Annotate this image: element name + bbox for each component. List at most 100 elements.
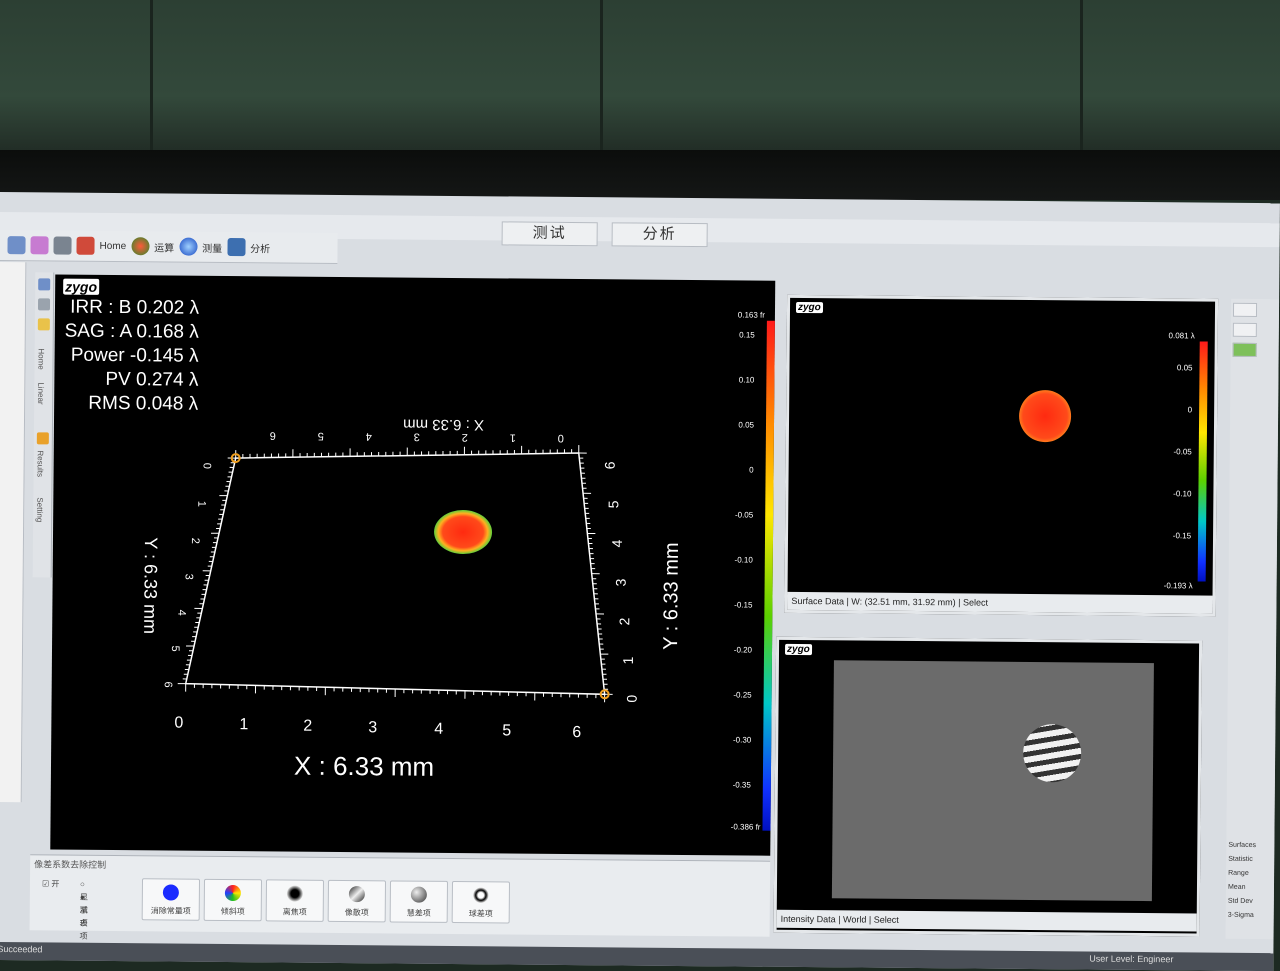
intensity-status-world[interactable]: World bbox=[843, 914, 866, 924]
x-tick-label: 3 bbox=[368, 719, 377, 736]
view-icon[interactable] bbox=[38, 278, 50, 290]
piston-icon bbox=[163, 884, 179, 900]
toolbar: Home 运算 测量 分析 bbox=[0, 230, 338, 264]
colorbar-tick-label: 0 bbox=[706, 465, 754, 474]
colorbar-tick-label: -0.30 bbox=[703, 735, 751, 744]
rail-item[interactable]: Range bbox=[1228, 867, 1272, 881]
radio-group: ☑ 开 ○ 显示项 ● 减去项 bbox=[42, 877, 60, 890]
y-tick-label: 3 bbox=[613, 578, 629, 586]
enable-checkbox[interactable]: ☑ 开 bbox=[42, 877, 60, 890]
intensity-status-label: Intensity Data bbox=[781, 914, 836, 924]
colorbar-tick-label: -0.05 bbox=[705, 510, 753, 519]
application-window: 测试 分析 Home 运算 测量 分析 Home Linear Results … bbox=[0, 192, 1280, 971]
x-tick-label: 1 bbox=[239, 716, 248, 733]
colorbar-max-label: 0.163 fr bbox=[705, 310, 765, 320]
colorbar-tick-label: -0.25 bbox=[704, 690, 752, 699]
plot-plane bbox=[186, 450, 607, 695]
strip-label-results[interactable]: Results bbox=[36, 450, 45, 477]
colorbar-tick-label: -0.35 bbox=[703, 780, 751, 789]
y-tick-label: 6 bbox=[602, 461, 618, 469]
rail-item[interactable]: Surfaces bbox=[1228, 839, 1272, 853]
rail-item[interactable]: Std Dev bbox=[1228, 895, 1272, 909]
x-tick-label-top: 4 bbox=[366, 430, 372, 442]
colorbar-min-label: -0.386 fr bbox=[700, 822, 760, 832]
x-tick-label: 2 bbox=[303, 718, 312, 735]
x-tick-label-top: 2 bbox=[462, 431, 468, 443]
analyze-icon[interactable] bbox=[227, 238, 245, 256]
rail-button[interactable] bbox=[1233, 303, 1257, 317]
x-tick-label-top: 0 bbox=[558, 432, 564, 444]
remove-defocus-button[interactable]: 离焦项 bbox=[266, 879, 324, 922]
remove-coma-button[interactable]: 慧差项 bbox=[390, 880, 448, 923]
tab-analysis[interactable]: 分析 bbox=[612, 222, 708, 247]
zygo-logo: zygo bbox=[785, 644, 812, 655]
monitor-bezel bbox=[0, 150, 1280, 200]
run-icon[interactable] bbox=[131, 237, 149, 255]
colorbar-tick-label: 0.05 bbox=[1144, 363, 1192, 372]
colorbar-tick-label: -0.20 bbox=[704, 645, 752, 654]
surface-data-panel: zygo 0.081 λ 0.050-0.05-0.10-0.15 -0.193… bbox=[784, 295, 1218, 617]
run-button-label[interactable]: 运算 bbox=[154, 239, 174, 254]
left-sidebar bbox=[0, 262, 26, 802]
y-tick-label: 3 bbox=[183, 574, 195, 580]
aberration-control-panel: 像差系数去除控制 ☑ 开 ○ 显示项 ● 减去项 消除常量项 倾斜项 离焦项 像… bbox=[30, 854, 771, 936]
x-tick-label-top: 1 bbox=[510, 431, 516, 443]
astigmatism-icon bbox=[349, 886, 365, 902]
surface-3d-plot[interactable]: 0 1 2 3 4 5 6 X : 6.33 mm X : 6.33 mm 0 … bbox=[50, 274, 775, 855]
surface-status-bar: Surface Data | W: (32.51 mm, 31.92 mm) |… bbox=[787, 592, 1212, 614]
y-axis-label-left: Y : 6.33 mm bbox=[140, 537, 161, 634]
x-tick-label: 6 bbox=[572, 724, 581, 741]
open-icon[interactable] bbox=[7, 236, 25, 254]
remove-piston-button[interactable]: 消除常量项 bbox=[142, 878, 200, 921]
rail-item[interactable]: Statistic bbox=[1228, 853, 1272, 867]
surface-3d-panel: zygo IRR : B 0.202 λ SAG : A 0.168 λ Pow… bbox=[50, 274, 775, 855]
home-icon[interactable] bbox=[76, 237, 94, 255]
rail-button[interactable] bbox=[1233, 323, 1257, 337]
coma-icon bbox=[411, 887, 427, 903]
x-axis-label-top: X : 6.33 mm bbox=[403, 416, 484, 434]
y-ticks-right: 0 1 2 3 4 5 6 bbox=[600, 461, 642, 702]
y-tick-label: 5 bbox=[605, 500, 621, 508]
analyze-button-label[interactable]: 分析 bbox=[250, 240, 270, 255]
check-icon[interactable] bbox=[1233, 343, 1257, 357]
surface-select-button[interactable]: Select bbox=[963, 597, 988, 607]
home-button-label[interactable]: Home bbox=[99, 240, 126, 251]
radio-subtract[interactable]: ● 减去项 bbox=[79, 891, 87, 943]
strip-label-linear[interactable]: Linear bbox=[36, 382, 45, 404]
colorbar-tick-label: -0.15 bbox=[704, 600, 752, 609]
measure-icon[interactable] bbox=[179, 238, 197, 256]
y-tick-label: 6 bbox=[162, 681, 174, 687]
y-axis-label-right: Y : 6.33 mm bbox=[660, 542, 683, 650]
rail-item[interactable]: 3-Sigma bbox=[1228, 909, 1272, 923]
background-wall bbox=[0, 0, 1280, 175]
y-tick-label: 0 bbox=[624, 694, 640, 702]
measure-button-label[interactable]: 测量 bbox=[202, 239, 222, 254]
remove-spherical-button[interactable]: 球差项 bbox=[452, 881, 510, 924]
x-tick-label: 5 bbox=[502, 722, 511, 739]
layout-icon[interactable] bbox=[38, 318, 50, 330]
remove-astig-button[interactable]: 像散项 bbox=[328, 880, 386, 923]
print-icon[interactable] bbox=[53, 236, 71, 254]
colorbar-tick-label: 0.15 bbox=[707, 330, 755, 339]
fringe-spot bbox=[1023, 724, 1082, 783]
intensity-data-panel: zygo Intensity Data | World | Select bbox=[774, 637, 1203, 937]
surface-status-window: W: (32.51 mm, 31.92 mm) bbox=[851, 596, 955, 607]
rail-item[interactable]: Mean bbox=[1228, 881, 1272, 895]
tab-test[interactable]: 测试 bbox=[502, 221, 598, 246]
x-tick-label: 4 bbox=[434, 721, 443, 738]
strip-label-home[interactable]: Home bbox=[36, 348, 45, 369]
strip-label-setting[interactable]: Setting bbox=[35, 497, 44, 522]
x-tick-label-top: 3 bbox=[414, 431, 420, 443]
view-strip: Home Linear Results Setting bbox=[33, 272, 55, 577]
results-icon[interactable] bbox=[37, 432, 49, 444]
remove-tilt-button[interactable]: 倾斜项 bbox=[204, 879, 262, 922]
surface-colorbar-ticks: 0.050-0.05-0.10-0.15 bbox=[790, 298, 1215, 302]
intensity-select-button[interactable]: Select bbox=[874, 915, 899, 925]
grid-icon[interactable] bbox=[38, 298, 50, 310]
surface-colorbar bbox=[1198, 341, 1208, 581]
colorbar-tick-label: -0.05 bbox=[1144, 447, 1192, 456]
surface-status-label: Surface Data bbox=[791, 596, 844, 606]
y-tick-label: 0 bbox=[201, 463, 213, 469]
statistics-list: Surfaces Statistic Range Mean Std Dev 3-… bbox=[1228, 839, 1273, 923]
palette-icon[interactable] bbox=[30, 236, 48, 254]
